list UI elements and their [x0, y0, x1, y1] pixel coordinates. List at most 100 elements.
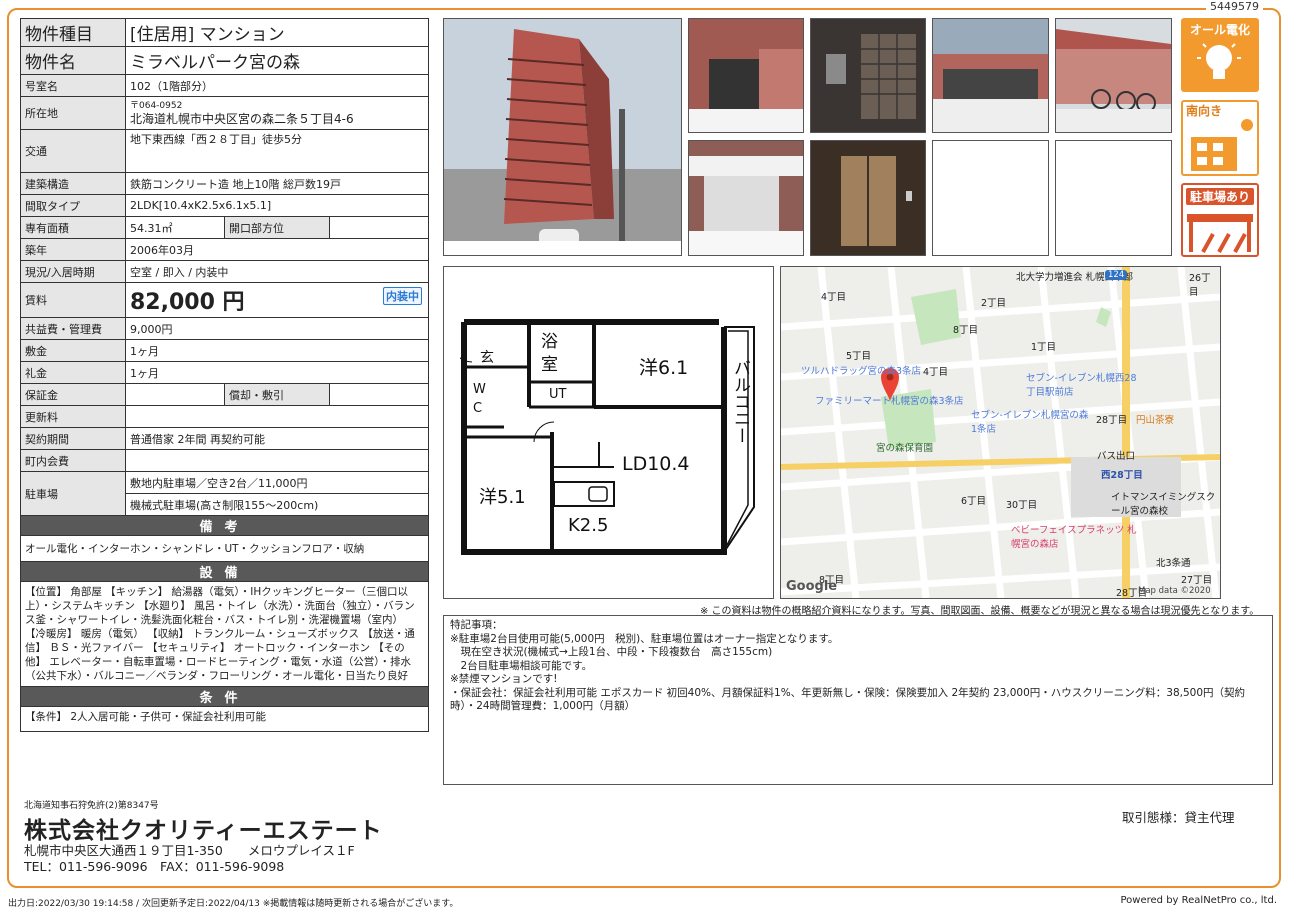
deposit-label: 敷金: [20, 339, 126, 362]
map-street-4: 5丁目: [846, 351, 872, 362]
name-value: ミラベルパーク宮の森: [125, 46, 429, 75]
western-room-5-label: 洋5.1: [479, 487, 526, 508]
property-spec-table: 物件種目 [住居用] マンション 物件名 ミラベルパーク宮の森 号室名 102（…: [20, 18, 429, 732]
wc-label-1: W: [473, 382, 486, 397]
structure-label: 建築構造: [20, 172, 126, 195]
transaction-type: 取引態様：貸主代理: [1122, 810, 1235, 825]
key-money-value: 1ヶ月: [125, 361, 429, 384]
map-label-babyface: ベビーフェイスプラネッツ 札幌宮の森店: [1011, 525, 1137, 550]
all-electric-label: オール電化: [1189, 23, 1250, 37]
contract-label: 契約期間: [20, 427, 126, 450]
room-label: 号室名: [20, 74, 126, 97]
rent-value: 82,000 円: [130, 290, 245, 315]
elevator-photo: [810, 140, 926, 256]
biko-text: オール電化・インターホン・シャンドレ・UT・クッションフロア・収納: [20, 535, 429, 562]
map-label-bus: バス出口: [1097, 451, 1136, 462]
map-label-familymart: ファミリーマート札幌宮の森3条店: [815, 396, 964, 407]
location-map: 北大学力増進会 札幌西本部 ツルハドラッグ宮の森3条店 ファミリーマート札幌宮の…: [780, 266, 1221, 599]
document-id: 5449579: [1206, 0, 1263, 13]
map-street-2: 2丁目: [981, 298, 1007, 309]
notes-line-2: 現在空き状況(機械式→上段1台、中段・下段複数台 高さ155cm): [450, 646, 773, 658]
south-facing-label: 南向き: [1186, 104, 1223, 118]
building-exterior-photo: [443, 18, 682, 256]
amort-label: 償却・敷引: [224, 383, 330, 406]
structure-value: 鉄筋コンクリート造 地上10階 総戸数19戸: [125, 172, 429, 195]
map-street-14: 北3条通: [1156, 558, 1191, 569]
room-value: 102（1階部分）: [125, 74, 429, 97]
route-sign: 124: [1105, 270, 1128, 280]
license-number: 北海道知事石狩免許(2)第8347号: [24, 801, 159, 811]
notes-line-4: ※禁煙マンションです!: [450, 673, 558, 685]
parking-label: 駐車場: [20, 471, 126, 516]
bath-label-2: 室: [541, 355, 558, 375]
map-street-5: 4丁目: [923, 367, 949, 378]
map-street-3: 8丁目: [953, 325, 979, 336]
entrance-photo: [688, 18, 804, 133]
outdoor-unit-photo: [688, 140, 804, 256]
type-label: 物件種目: [20, 18, 126, 47]
google-logo: Google: [786, 579, 838, 594]
map-street-8: 28丁目: [1096, 415, 1128, 426]
map-label-nursery: 宮の森保育園: [876, 443, 934, 454]
addr-cell: 〒064-0952 北海道札幌市中央区宮の森二条５丁目4-6: [125, 96, 429, 130]
ld-label: LD10.4: [622, 453, 690, 475]
built-label: 築年: [20, 238, 126, 261]
notes-title: 特記事項：: [450, 619, 503, 631]
western-room-6-label: 洋6.1: [639, 357, 689, 379]
parking-available-badge: 駐車場あり: [1181, 183, 1259, 257]
map-credit: Map data ©2020: [1138, 586, 1211, 596]
addr-label: 所在地: [20, 96, 126, 130]
kitchen-label: K2.5: [568, 515, 609, 536]
parking-available-label: 駐車場あり: [1186, 188, 1254, 205]
map-label-seven-2: セブン-イレブン札幌宮の森1条店: [971, 410, 1089, 435]
name-label: 物件名: [20, 46, 126, 75]
window-value: [329, 216, 429, 239]
deposit-value: 1ヶ月: [125, 339, 429, 362]
access-value: 地下東西線「西２８丁目」徒歩5分: [125, 129, 429, 173]
window-label: 開口部方位: [224, 216, 330, 239]
bath-label-1: 浴: [541, 332, 558, 352]
notes-line-5: ・保証会社：保証会社利用可能 エポスカード 初回40%、月額保証料1%、年更新無…: [450, 686, 1246, 713]
carport-icon: [1187, 214, 1253, 253]
wc-label-2: C: [473, 401, 483, 416]
layout-value: 2LDK[10.4xK2.5x6.1x5.1]: [125, 194, 429, 217]
access-label: 交通: [20, 129, 126, 173]
joken-text: 【条件】 2人入居可能・子供可・保証会社利用可能: [20, 706, 429, 732]
rent-cell: 82,000 円 内装中: [125, 282, 429, 318]
map-label-station: 西28丁目: [1101, 470, 1143, 481]
bicycle-parking-photo: [1055, 18, 1172, 133]
photo-placeholder-2: [1055, 140, 1172, 256]
genkan-label: 玄: [480, 350, 494, 366]
area-label: 専有面積: [20, 216, 126, 239]
lightbulb-icon: [1197, 43, 1241, 79]
status-label: 現況/入居時期: [20, 260, 126, 283]
contract-value: 普通借家 2年間 再契約可能: [125, 427, 429, 450]
south-facing-badge: 南向き: [1181, 100, 1259, 176]
ut-label: UT: [549, 387, 567, 402]
fee-value: 9,000円: [125, 317, 429, 340]
town-fee-label: 町内会費: [20, 449, 126, 472]
photo-placeholder-1: [932, 140, 1049, 256]
type-value: [住居用] マンション: [125, 18, 429, 47]
amort-value: [329, 383, 429, 406]
balcony-label: バルコニー: [730, 359, 750, 444]
rent-label: 賃料: [20, 282, 126, 318]
map-street-9: 30丁目: [1006, 500, 1038, 511]
map-label-tsuruha: ツルハドラッグ宮の森3条店: [801, 366, 922, 377]
fee-label: 共益費・管理費: [20, 317, 126, 340]
map-street-10: 6丁目: [961, 496, 987, 507]
footer-output-date: 出力日:2022/03/30 19:14:58 / 次回更新予定日:2022/0…: [8, 899, 459, 909]
guarantee-label: 保証金: [20, 383, 126, 406]
mailbox-photo: [810, 18, 926, 133]
special-notes: 特記事項： ※駐車場2台目使用可能(5,000円 税別)、駐車場位置はオーナー指…: [443, 615, 1273, 785]
map-street-13: 27丁目: [1181, 575, 1213, 586]
map-street-6: 1丁目: [1031, 342, 1057, 353]
map-label-maruyama: 円山茶寮: [1136, 415, 1175, 426]
footer-powered-by: Powered by RealNetPro co., ltd.: [1120, 895, 1278, 906]
key-money-label: 礼金: [20, 361, 126, 384]
map-street-7: 26丁目: [1189, 273, 1211, 298]
addr-value: 北海道札幌市中央区宮の森二条５丁目4-6: [130, 112, 354, 126]
area-value: 54.31㎡: [125, 216, 225, 239]
sun-building-icon: [1191, 119, 1253, 171]
town-fee-value: [125, 449, 429, 472]
